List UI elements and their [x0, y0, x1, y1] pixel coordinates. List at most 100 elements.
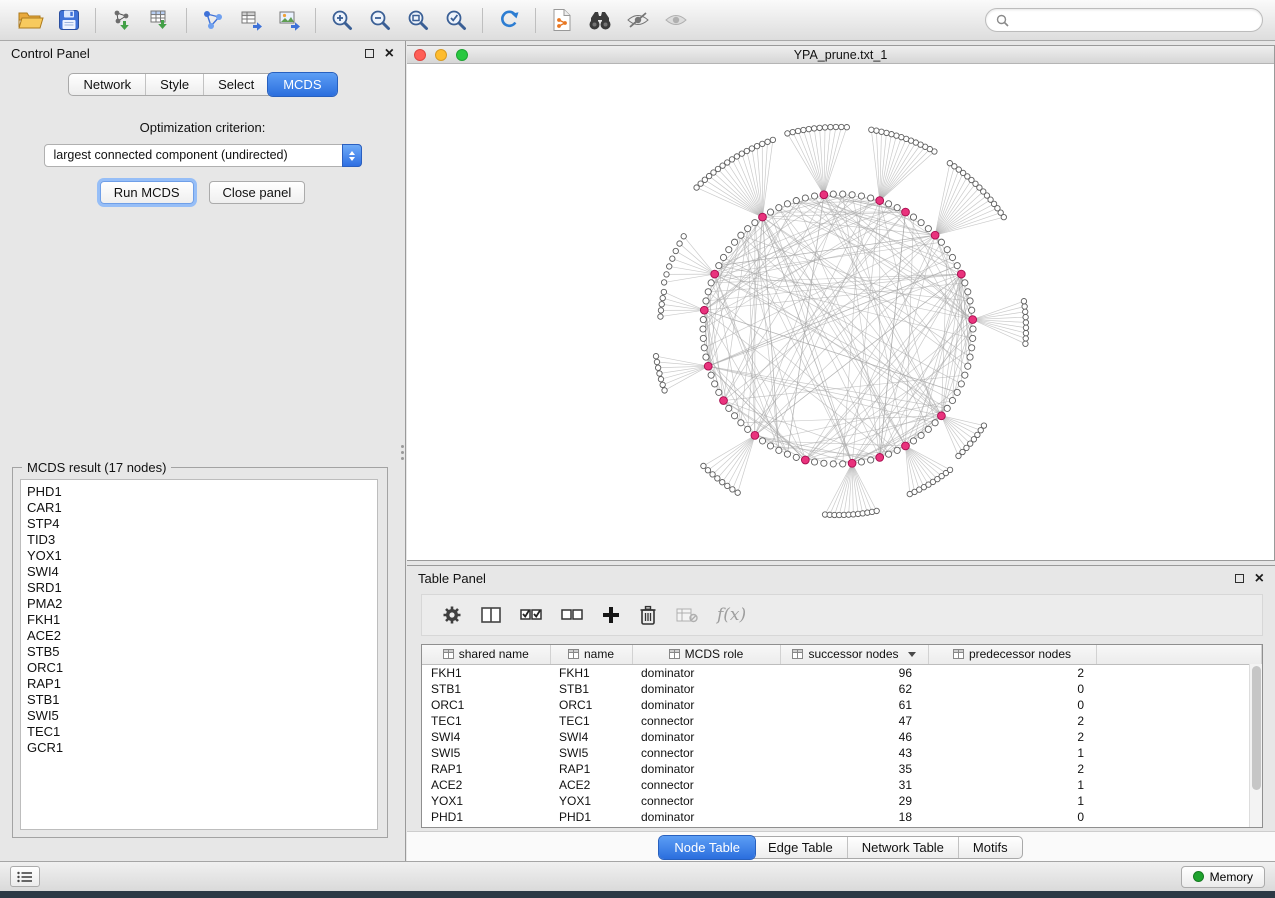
- cell[interactable]: dominator: [632, 681, 780, 697]
- optimization-criterion-dropdown[interactable]: largest connected component (undirected): [44, 144, 362, 167]
- table-row[interactable]: RAP1RAP1dominator352: [422, 761, 1262, 777]
- close-panel-icon[interactable]: ×: [385, 49, 394, 59]
- export-image-button[interactable]: [270, 4, 308, 36]
- float-panel-icon[interactable]: [365, 49, 374, 58]
- cell[interactable]: 62: [780, 681, 928, 697]
- delete-column-button[interactable]: [639, 605, 657, 625]
- tab-node-table[interactable]: Node Table: [659, 836, 755, 859]
- network-graph[interactable]: [407, 64, 1273, 560]
- cell[interactable]: 1: [928, 777, 1096, 793]
- mcds-result-node[interactable]: STB5: [27, 644, 377, 660]
- cell[interactable]: 96: [780, 664, 928, 681]
- cell[interactable]: SWI5: [550, 745, 632, 761]
- maximize-window-icon[interactable]: [456, 49, 468, 61]
- toolbar-search[interactable]: [985, 8, 1263, 32]
- open-file-button[interactable]: [12, 4, 50, 36]
- table-scrollbar-thumb[interactable]: [1252, 666, 1261, 790]
- export-table-button[interactable]: [232, 4, 270, 36]
- table-settings-button[interactable]: [442, 605, 462, 625]
- cell[interactable]: STB1: [422, 681, 550, 697]
- cell[interactable]: 0: [928, 681, 1096, 697]
- import-table-button[interactable]: [141, 4, 179, 36]
- memory-button[interactable]: Memory: [1181, 866, 1265, 888]
- table-row[interactable]: ACE2ACE2connector311: [422, 777, 1262, 793]
- cell[interactable]: 18: [780, 809, 928, 825]
- mcds-result-node[interactable]: FKH1: [27, 612, 377, 628]
- cell[interactable]: YOX1: [422, 793, 550, 809]
- cell[interactable]: FKH1: [550, 664, 632, 681]
- mcds-result-node[interactable]: STB1: [27, 692, 377, 708]
- new-network-button[interactable]: [194, 4, 232, 36]
- show-columns-button[interactable]: [481, 606, 501, 624]
- table-row[interactable]: SWI4SWI4dominator462: [422, 729, 1262, 745]
- cell[interactable]: 31: [780, 777, 928, 793]
- mcds-result-node[interactable]: YOX1: [27, 548, 377, 564]
- table-row[interactable]: STB1STB1dominator620: [422, 681, 1262, 697]
- tab-style[interactable]: Style: [146, 74, 204, 95]
- cell[interactable]: TEC1: [422, 713, 550, 729]
- cell[interactable]: ORC1: [550, 697, 632, 713]
- search-input[interactable]: [1015, 13, 1252, 27]
- share-document-button[interactable]: [543, 4, 581, 36]
- table-row[interactable]: FKH1FKH1dominator962: [422, 664, 1262, 681]
- minimize-window-icon[interactable]: [435, 49, 447, 61]
- mcds-result-node[interactable]: SWI4: [27, 564, 377, 580]
- cell[interactable]: dominator: [632, 761, 780, 777]
- network-window-titlebar[interactable]: YPA_prune.txt_1: [407, 46, 1274, 64]
- cell[interactable]: ACE2: [550, 777, 632, 793]
- table-row[interactable]: YOX1YOX1connector291: [422, 793, 1262, 809]
- cell[interactable]: 46: [780, 729, 928, 745]
- cell[interactable]: dominator: [632, 729, 780, 745]
- cell[interactable]: dominator: [632, 697, 780, 713]
- mcds-result-node[interactable]: GCR1: [27, 740, 377, 756]
- cell[interactable]: 1: [928, 745, 1096, 761]
- column-header-predecessor-nodes[interactable]: predecessor nodes: [928, 645, 1096, 664]
- cell[interactable]: STB1: [550, 681, 632, 697]
- cell[interactable]: PHD1: [550, 809, 632, 825]
- close-table-panel-icon[interactable]: ×: [1255, 574, 1264, 584]
- cell[interactable]: connector: [632, 745, 780, 761]
- column-header-shared-name[interactable]: shared name: [422, 645, 550, 664]
- run-mcds-button[interactable]: Run MCDS: [100, 181, 194, 204]
- cell[interactable]: connector: [632, 713, 780, 729]
- splitter-handle[interactable]: [401, 445, 405, 460]
- column-header-name[interactable]: name: [550, 645, 632, 664]
- mcds-result-node[interactable]: SWI5: [27, 708, 377, 724]
- zoom-out-button[interactable]: [361, 4, 399, 36]
- close-window-icon[interactable]: [414, 49, 426, 61]
- cell[interactable]: FKH1: [422, 664, 550, 681]
- tab-network-table[interactable]: Network Table: [848, 837, 959, 858]
- cell[interactable]: dominator: [632, 664, 780, 681]
- refresh-button[interactable]: [490, 4, 528, 36]
- mcds-result-node[interactable]: SRD1: [27, 580, 377, 596]
- cell[interactable]: 2: [928, 713, 1096, 729]
- cell[interactable]: YOX1: [550, 793, 632, 809]
- cell[interactable]: dominator: [632, 809, 780, 825]
- table-row[interactable]: PHD1PHD1dominator180: [422, 809, 1262, 825]
- close-panel-button[interactable]: Close panel: [209, 181, 306, 204]
- cell[interactable]: connector: [632, 777, 780, 793]
- cell[interactable]: 43: [780, 745, 928, 761]
- import-network-button[interactable]: [103, 4, 141, 36]
- toggle-details-button[interactable]: [619, 4, 657, 36]
- zoom-fit-button[interactable]: [399, 4, 437, 36]
- float-table-panel-icon[interactable]: [1235, 574, 1244, 583]
- tab-edge-table[interactable]: Edge Table: [754, 837, 848, 858]
- mcds-result-node[interactable]: CAR1: [27, 500, 377, 516]
- save-session-button[interactable]: [50, 4, 88, 36]
- cell[interactable]: 2: [928, 761, 1096, 777]
- mcds-result-node[interactable]: ORC1: [27, 660, 377, 676]
- mcds-result-node[interactable]: RAP1: [27, 676, 377, 692]
- add-column-button[interactable]: [602, 606, 620, 624]
- column-header-MCDS-role[interactable]: MCDS role: [632, 645, 780, 664]
- mcds-result-node[interactable]: ACE2: [27, 628, 377, 644]
- mcds-result-list[interactable]: PHD1CAR1STP4TID3YOX1SWI4SRD1PMA2FKH1ACE2…: [20, 479, 378, 830]
- zoom-in-button[interactable]: [323, 4, 361, 36]
- cell[interactable]: SWI4: [550, 729, 632, 745]
- table-row[interactable]: SWI5SWI5connector431: [422, 745, 1262, 761]
- function-builder-button[interactable]: f(x): [717, 605, 746, 625]
- tab-network[interactable]: Network: [69, 74, 146, 95]
- cell[interactable]: PHD1: [422, 809, 550, 825]
- cell[interactable]: 61: [780, 697, 928, 713]
- mcds-result-node[interactable]: TEC1: [27, 724, 377, 740]
